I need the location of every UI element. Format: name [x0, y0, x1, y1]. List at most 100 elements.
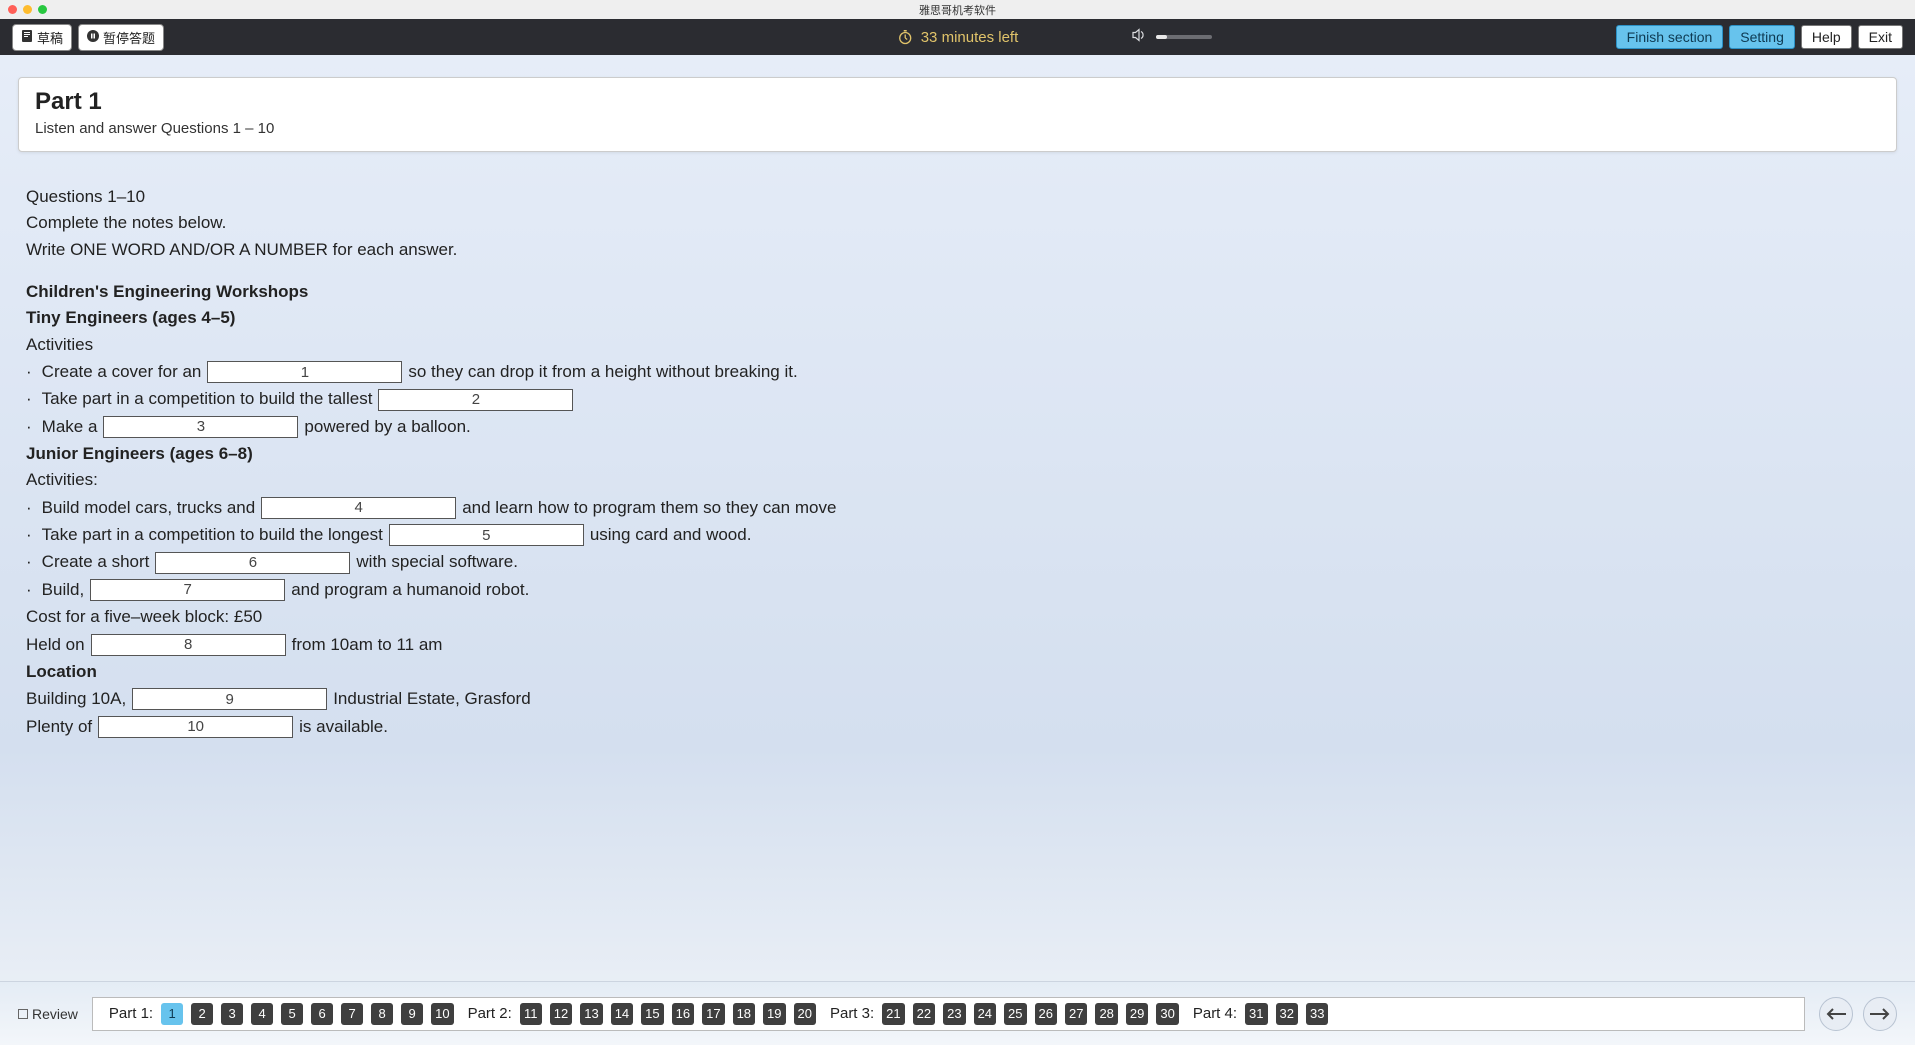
question-number-33[interactable]: 33	[1306, 1003, 1328, 1025]
setting-button[interactable]: Setting	[1729, 25, 1795, 49]
question-number-5[interactable]: 5	[281, 1003, 303, 1025]
question-number-29[interactable]: 29	[1126, 1003, 1148, 1025]
instruction-line: Questions 1–10	[26, 184, 1889, 210]
pause-button[interactable]: 暂停答题	[78, 24, 164, 51]
question-number-13[interactable]: 13	[580, 1003, 602, 1025]
arrow-left-icon	[1825, 1007, 1847, 1021]
question-number-6[interactable]: 6	[311, 1003, 333, 1025]
exit-button[interactable]: Exit	[1858, 25, 1903, 49]
question-number-19[interactable]: 19	[763, 1003, 785, 1025]
question-number-4[interactable]: 4	[251, 1003, 273, 1025]
answer-blank-10[interactable]: 10	[98, 716, 293, 738]
answer-blank-1[interactable]: 1	[207, 361, 402, 383]
question-line: Create a short 6 with special software.	[26, 549, 1889, 575]
label: Activities:	[26, 467, 1889, 493]
question-line: Create a cover for an 1 so they can drop…	[26, 359, 1889, 385]
topbar: 草稿 暂停答题 33 minutes left Finish section S…	[0, 19, 1915, 55]
mac-zoom-dot[interactable]	[38, 5, 47, 14]
part-label: Part 2:	[468, 1005, 512, 1022]
question-number-12[interactable]: 12	[550, 1003, 572, 1025]
speaker-icon	[1130, 26, 1148, 49]
part-label: Part 4:	[1193, 1005, 1237, 1022]
question-number-25[interactable]: 25	[1004, 1003, 1026, 1025]
question-line: Take part in a competition to build the …	[26, 522, 1889, 548]
question-line: Plenty of 10 is available.	[26, 714, 1889, 740]
part-header-card: Part 1 Listen and answer Questions 1 – 1…	[18, 77, 1897, 152]
instruction-line: Complete the notes below.	[26, 210, 1889, 236]
checkbox-icon	[18, 1009, 28, 1019]
part-subtitle: Listen and answer Questions 1 – 10	[35, 120, 1880, 137]
question-number-31[interactable]: 31	[1245, 1003, 1267, 1025]
answer-blank-3[interactable]: 3	[103, 416, 298, 438]
subsection-heading: Tiny Engineers (ages 4–5)	[26, 305, 1889, 331]
question-line: Make a 3 powered by a balloon.	[26, 414, 1889, 440]
answer-blank-5[interactable]: 5	[389, 524, 584, 546]
question-number-10[interactable]: 10	[431, 1003, 453, 1025]
question-number-28[interactable]: 28	[1095, 1003, 1117, 1025]
cost-line: Cost for a five–week block: £50	[26, 604, 1889, 630]
timer-text: 33 minutes left	[921, 29, 1019, 46]
question-nav-strip[interactable]: Part 1:12345678910Part 2:111213141516171…	[92, 997, 1805, 1031]
part-title: Part 1	[35, 88, 1880, 116]
question-number-23[interactable]: 23	[943, 1003, 965, 1025]
help-button[interactable]: Help	[1801, 25, 1852, 49]
volume-slider[interactable]	[1156, 35, 1212, 39]
subsection-heading: Junior Engineers (ages 6–8)	[26, 441, 1889, 467]
question-number-32[interactable]: 32	[1276, 1003, 1298, 1025]
section-heading: Children's Engineering Workshops	[26, 279, 1889, 305]
question-number-3[interactable]: 3	[221, 1003, 243, 1025]
review-checkbox[interactable]: Review	[18, 1006, 78, 1022]
question-number-14[interactable]: 14	[611, 1003, 633, 1025]
question-number-18[interactable]: 18	[733, 1003, 755, 1025]
draft-label: 草稿	[37, 28, 63, 47]
draft-button[interactable]: 草稿	[12, 24, 72, 51]
label: Activities	[26, 332, 1889, 358]
timer: 33 minutes left	[897, 29, 1019, 46]
question-number-8[interactable]: 8	[371, 1003, 393, 1025]
part-label: Part 1:	[109, 1005, 153, 1022]
part-label: Part 3:	[830, 1005, 874, 1022]
answer-blank-8[interactable]: 8	[91, 634, 286, 656]
prev-arrow[interactable]	[1819, 997, 1853, 1031]
question-number-1[interactable]: 1	[161, 1003, 183, 1025]
question-line: Building 10A, 9 Industrial Estate, Grasf…	[26, 686, 1889, 712]
pause-label: 暂停答题	[103, 28, 155, 47]
question-number-27[interactable]: 27	[1065, 1003, 1087, 1025]
question-number-9[interactable]: 9	[401, 1003, 423, 1025]
question-number-2[interactable]: 2	[191, 1003, 213, 1025]
question-body: Questions 1–10 Complete the notes below.…	[18, 152, 1897, 761]
answer-blank-4[interactable]: 4	[261, 497, 456, 519]
question-number-7[interactable]: 7	[341, 1003, 363, 1025]
window-title: 雅思哥机考软件	[919, 2, 996, 18]
answer-blank-6[interactable]: 6	[155, 552, 350, 574]
question-number-22[interactable]: 22	[913, 1003, 935, 1025]
finish-section-button[interactable]: Finish section	[1616, 25, 1724, 49]
question-line: Held on 8 from 10am to 11 am	[26, 632, 1889, 658]
answer-blank-2[interactable]: 2	[378, 389, 573, 411]
question-number-21[interactable]: 21	[882, 1003, 904, 1025]
question-line: Build, 7 and program a humanoid robot.	[26, 577, 1889, 603]
question-number-30[interactable]: 30	[1156, 1003, 1178, 1025]
question-number-17[interactable]: 17	[702, 1003, 724, 1025]
volume-control[interactable]	[1130, 26, 1212, 49]
question-number-11[interactable]: 11	[520, 1003, 542, 1025]
question-number-15[interactable]: 15	[641, 1003, 663, 1025]
stopwatch-icon	[897, 29, 913, 45]
question-number-16[interactable]: 16	[672, 1003, 694, 1025]
question-number-20[interactable]: 20	[794, 1003, 816, 1025]
workspace: Part 1 Listen and answer Questions 1 – 1…	[0, 55, 1915, 1045]
question-line: Build model cars, trucks and 4 and learn…	[26, 495, 1889, 521]
document-icon	[21, 29, 33, 46]
question-number-26[interactable]: 26	[1035, 1003, 1057, 1025]
answer-blank-9[interactable]: 9	[132, 688, 327, 710]
question-line: Take part in a competition to build the …	[26, 386, 1889, 412]
question-number-24[interactable]: 24	[974, 1003, 996, 1025]
bottom-navigator: Review Part 1:12345678910Part 2:11121314…	[0, 981, 1915, 1045]
instruction-line: Write ONE WORD AND/OR A NUMBER for each …	[26, 237, 1889, 263]
mac-titlebar: 雅思哥机考软件	[0, 0, 1915, 19]
pause-icon	[87, 30, 99, 45]
answer-blank-7[interactable]: 7	[90, 579, 285, 601]
mac-minimize-dot[interactable]	[23, 5, 32, 14]
mac-close-dot[interactable]	[8, 5, 17, 14]
next-arrow[interactable]	[1863, 997, 1897, 1031]
